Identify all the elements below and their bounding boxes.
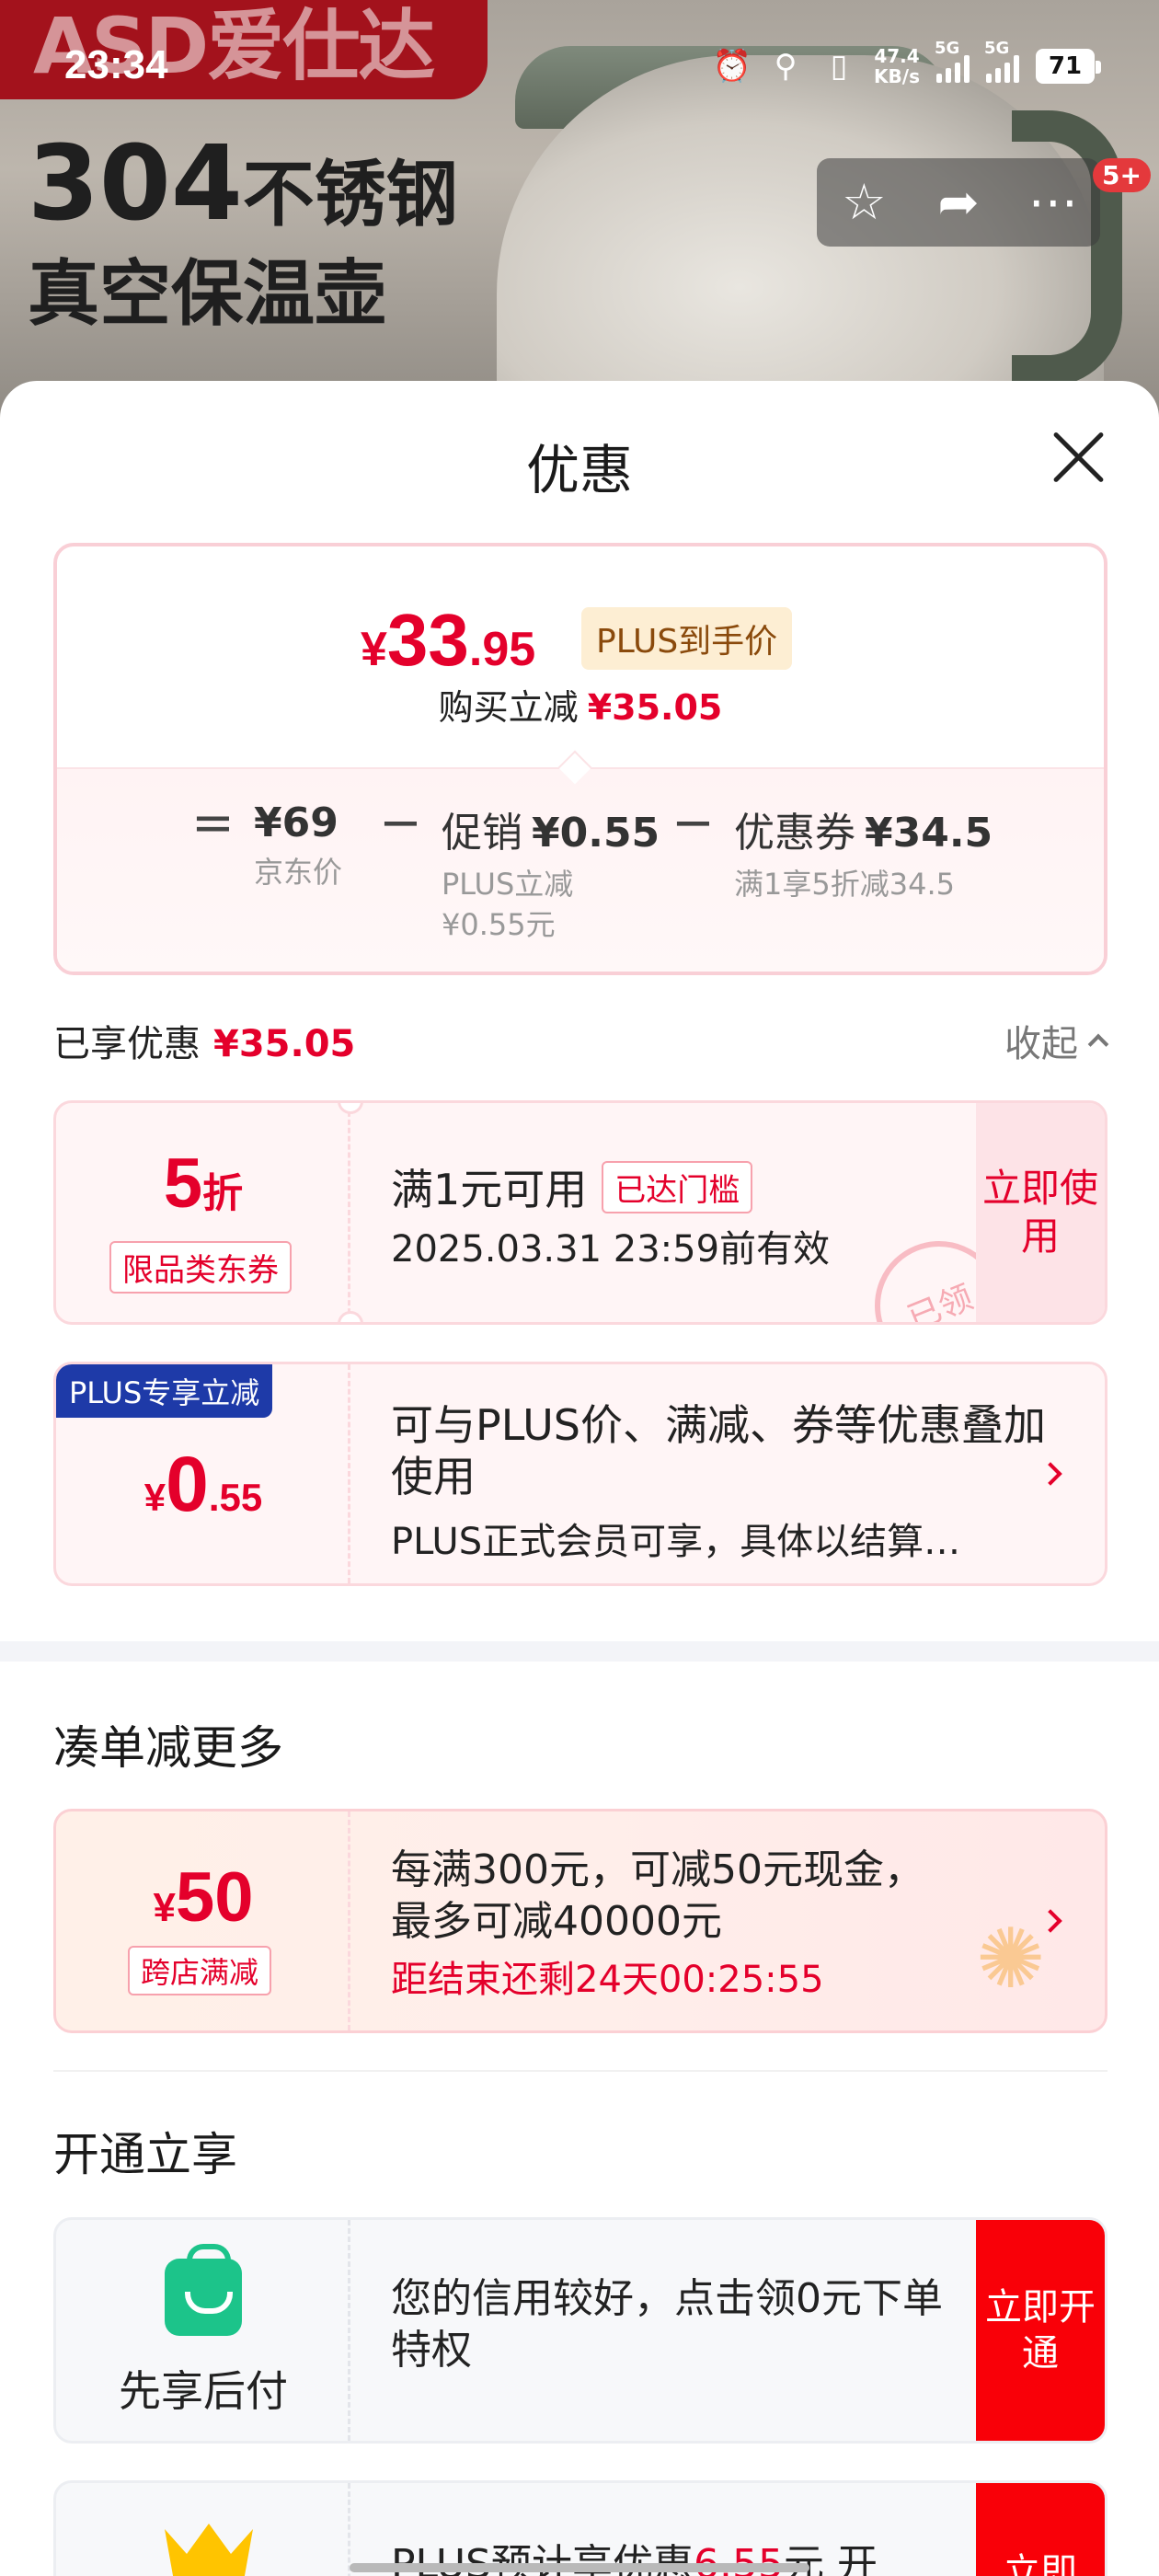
service-description: 您的信用较好，点击领0元下单特权 — [391, 2275, 943, 2374]
countdown-text: 距结束还剩24天00:25:55 — [391, 1959, 824, 2001]
more-icon[interactable]: ⋯ — [1021, 178, 1085, 227]
favorite-star-icon[interactable]: ☆ — [832, 178, 896, 227]
signal-icon: 5G — [935, 39, 970, 83]
network-speed: 47.4 KB/s — [874, 45, 920, 87]
minus-sign: − — [671, 793, 715, 853]
coupon-description: PLUS正式会员可享，具体以结算… — [391, 1521, 961, 1563]
crown-icon — [165, 2524, 253, 2576]
status-bar: 23:34 ⏰ ⚲ ▯ 47.4 KB/s 5G 5G 71 — [0, 0, 1159, 147]
divider-line — [53, 2070, 1107, 2072]
cross-store-discount-card[interactable]: ¥50 跨店满减 每满300元，可减50元现金， 最多可减40000元 距结束还剩… — [53, 1809, 1107, 2033]
price-breakdown-card: ¥33.95 PLUS到手价 购买立减 ¥35.05 = ¥69 京东价 − 促销… — [53, 543, 1107, 975]
plus-open-button[interactable]: 立即 — [976, 2483, 1105, 2576]
plus-membership-card: PLUS预计享优惠6.55元 开 立即 — [53, 2480, 1107, 2576]
service-name: 先享后付 — [119, 2366, 288, 2416]
headline-text: 不锈钢 — [242, 154, 458, 236]
coupon-card-discount: 5折 限品类东券 满1元可用 已达门槛 2025.03.31 23:59前有效 已… — [53, 1100, 1107, 1325]
section-divider — [0, 1641, 1159, 1662]
product-actions: ☆ ➦ ⋯ — [817, 158, 1100, 247]
plus-reduction-card[interactable]: ¥0.55 PLUS专享立减 可与PLUS价、满减、券等优惠叠加使用 PLUS正… — [53, 1362, 1107, 1586]
coupon-value: 5折 — [163, 1144, 244, 1223]
section-title-open: 开通立享 — [53, 2128, 237, 2181]
status-icons: ⏰ ⚲ ▯ 47.4 KB/s 5G 5G 71 — [712, 39, 1101, 87]
share-icon[interactable]: ➦ — [926, 178, 991, 227]
clock: 23:34 — [64, 42, 168, 87]
minus-sign: − — [379, 793, 422, 853]
buy-now-pay-later-card: 先享后付 您的信用较好，点击领0元下单特权 立即开通 — [53, 2217, 1107, 2444]
instant-reduction: 购买立减 ¥35.05 — [438, 687, 723, 728]
collapse-toggle[interactable]: 收起 — [1004, 1014, 1109, 1067]
final-price: ¥33.95 — [361, 599, 536, 681]
product-subheadline: 真空保温壶 — [28, 253, 387, 336]
home-indicator[interactable] — [350, 2563, 809, 2572]
enjoyed-discount: 已享优惠 ¥35.05 — [53, 1023, 356, 1065]
coupon-value-area: 5折 限品类东券 — [56, 1103, 350, 1322]
section-title-more: 凑单减更多 — [53, 1721, 283, 1775]
chevron-up-icon — [1087, 1033, 1109, 1055]
plus-price-tag: PLUS到手价 — [581, 607, 793, 670]
discount-sheet: 优惠 ¥33.95 PLUS到手价 购买立减 ¥35.05 = ¥69 京东价 −… — [0, 381, 1159, 2576]
use-now-button[interactable]: 立即使用 — [976, 1103, 1105, 1322]
ticket-notch — [338, 1311, 363, 1322]
threshold-tag: 已达门槛 — [602, 1160, 753, 1213]
message-badge: 5+ — [1093, 158, 1151, 192]
promo-item: 促销 ¥0.55 PLUS立减 ¥0.55元 — [442, 810, 660, 942]
coupon-value: ¥50 — [153, 1858, 254, 1937]
coupon-item: 优惠券 ¥34.5 满1享5折减34.5 — [734, 810, 993, 902]
shopping-bag-icon — [165, 2244, 242, 2336]
service-icon-area — [56, 2483, 350, 2576]
coupon-validity: 2025.03.31 23:59前有效 — [391, 1228, 831, 1271]
sheet-title: 优惠 — [525, 439, 633, 501]
coupon-type-tag: 跨店满减 — [128, 1946, 272, 1995]
signal-icon: 5G — [984, 39, 1019, 83]
activate-now-button[interactable]: 立即开通 — [976, 2220, 1105, 2441]
location-icon: ⚲ — [774, 48, 798, 85]
kettle-handle-image — [1012, 110, 1122, 386]
battery-icon: 71 — [1036, 49, 1101, 84]
coupon-type-tag: 限品类东券 — [109, 1241, 292, 1294]
jd-price-item: ¥69 京东价 — [254, 799, 343, 890]
equals-sign: = — [191, 793, 235, 853]
coupon-condition: 满1元可用 已达门槛 — [391, 1156, 753, 1217]
coupon-description: 每满300元，可减50元现金， 最多可减40000元 — [391, 1846, 924, 1945]
vibrate-icon: ▯ — [830, 48, 848, 85]
coupon-value: ¥0.55 — [143, 1441, 263, 1527]
service-icon-area: 先享后付 — [56, 2220, 350, 2441]
coupon-value-area: ¥50 跨店满减 — [56, 1811, 350, 2030]
coupon-title: 可与PLUS价、满减、券等优惠叠加使用 — [391, 1400, 1046, 1501]
alarm-icon: ⏰ — [712, 48, 752, 85]
close-icon[interactable] — [1049, 427, 1107, 486]
plus-exclusive-label: PLUS专享立减 — [56, 1364, 273, 1418]
